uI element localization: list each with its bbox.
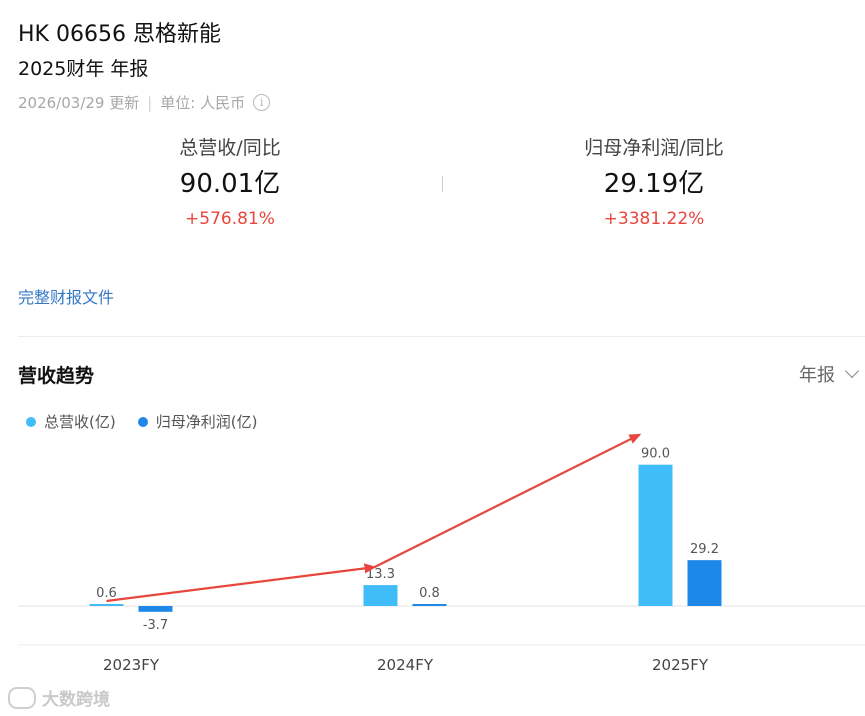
x-tick-label: 2024FY [377, 656, 434, 674]
bar-net-profit [687, 560, 722, 606]
data-label-revenue: 13.3 [366, 567, 395, 582]
bar-revenue [638, 464, 673, 606]
data-label-net-profit: -3.7 [143, 618, 168, 633]
data-label-revenue: 0.6 [96, 586, 117, 601]
revenue-trend-chart: 0.6 -3.7 2023FY 13.3 0.8 2024FY 90.0 29.2 2025FY [18, 433, 865, 674]
watermark: 大数跨境 [8, 685, 110, 710]
bar-net-profit [412, 604, 447, 606]
bar-revenue [89, 604, 124, 606]
watermark-logo-icon [8, 686, 36, 709]
trend-arrow [106, 563, 377, 603]
x-tick-label: 2023FY [103, 656, 160, 674]
bar-revenue [363, 585, 398, 606]
data-label-net-profit: 29.2 [690, 542, 719, 557]
data-label-net-profit: 0.8 [419, 586, 440, 601]
x-tick-label: 2025FY [652, 656, 709, 674]
data-label-revenue: 90.0 [641, 447, 670, 462]
trend-arrow [374, 433, 642, 569]
bar-net-profit [138, 606, 173, 612]
watermark-text: 大数跨境 [42, 690, 110, 710]
